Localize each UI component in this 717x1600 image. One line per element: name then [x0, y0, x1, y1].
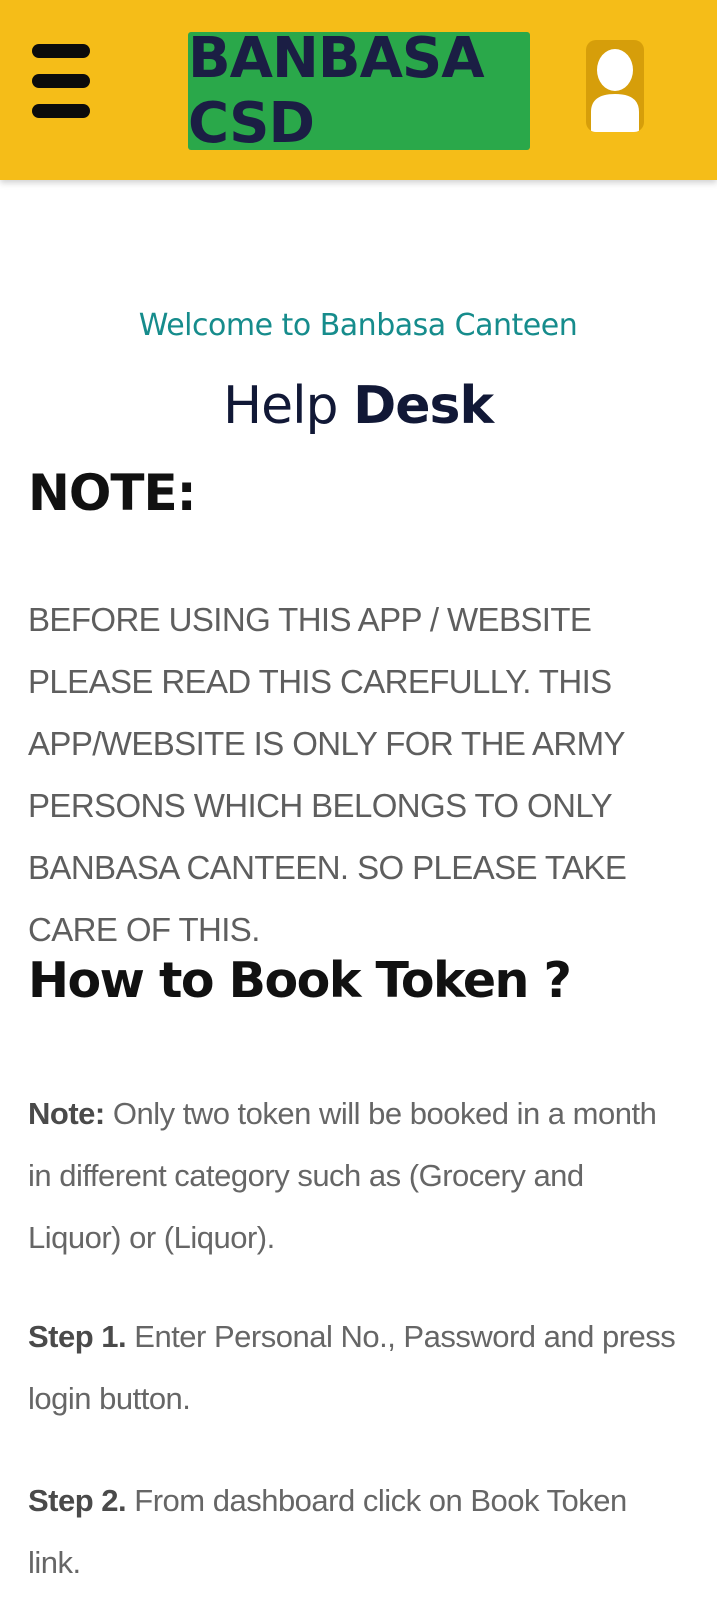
step-2-label: Step 2. [28, 1483, 127, 1518]
how-to-book-heading: How to Book Token ? [28, 952, 572, 1009]
brand-label: BANBASA CSD [188, 26, 485, 156]
instruction-step-2: Step 2. From dashboard click on Book Tok… [28, 1470, 678, 1594]
menu-bar-middle [32, 74, 90, 88]
instruction-note-label: Note: [28, 1096, 105, 1131]
page-title-light: Help [222, 376, 339, 436]
top-app-bar: BANBASA CSD [0, 0, 717, 180]
menu-bar-bottom [32, 104, 90, 118]
note-paragraph: BEFORE USING THIS APP / WEBSITE PLEASE R… [28, 601, 627, 948]
instruction-note-text: Only two token will be booked in a month… [28, 1096, 657, 1255]
user-profile-button[interactable] [586, 40, 644, 132]
hamburger-menu-icon[interactable] [28, 40, 92, 122]
welcome-text: Welcome to Banbasa Canteen [138, 308, 578, 343]
instruction-step-1: Step 1. Enter Personal No., Password and… [28, 1306, 678, 1430]
instruction-note: Note: Only two token will be booked in a… [28, 1083, 678, 1269]
step-1-text: Enter Personal No., Password and press l… [28, 1319, 676, 1416]
note-heading: NOTE: [28, 464, 197, 522]
page-title-bold: Desk [353, 376, 494, 436]
menu-bar-top [32, 44, 90, 58]
page-title: Help Desk [28, 376, 688, 436]
brand-logo-button[interactable]: BANBASA CSD [188, 26, 530, 156]
user-profile-icon [591, 49, 639, 132]
step-1-label: Step 1. [28, 1319, 127, 1354]
